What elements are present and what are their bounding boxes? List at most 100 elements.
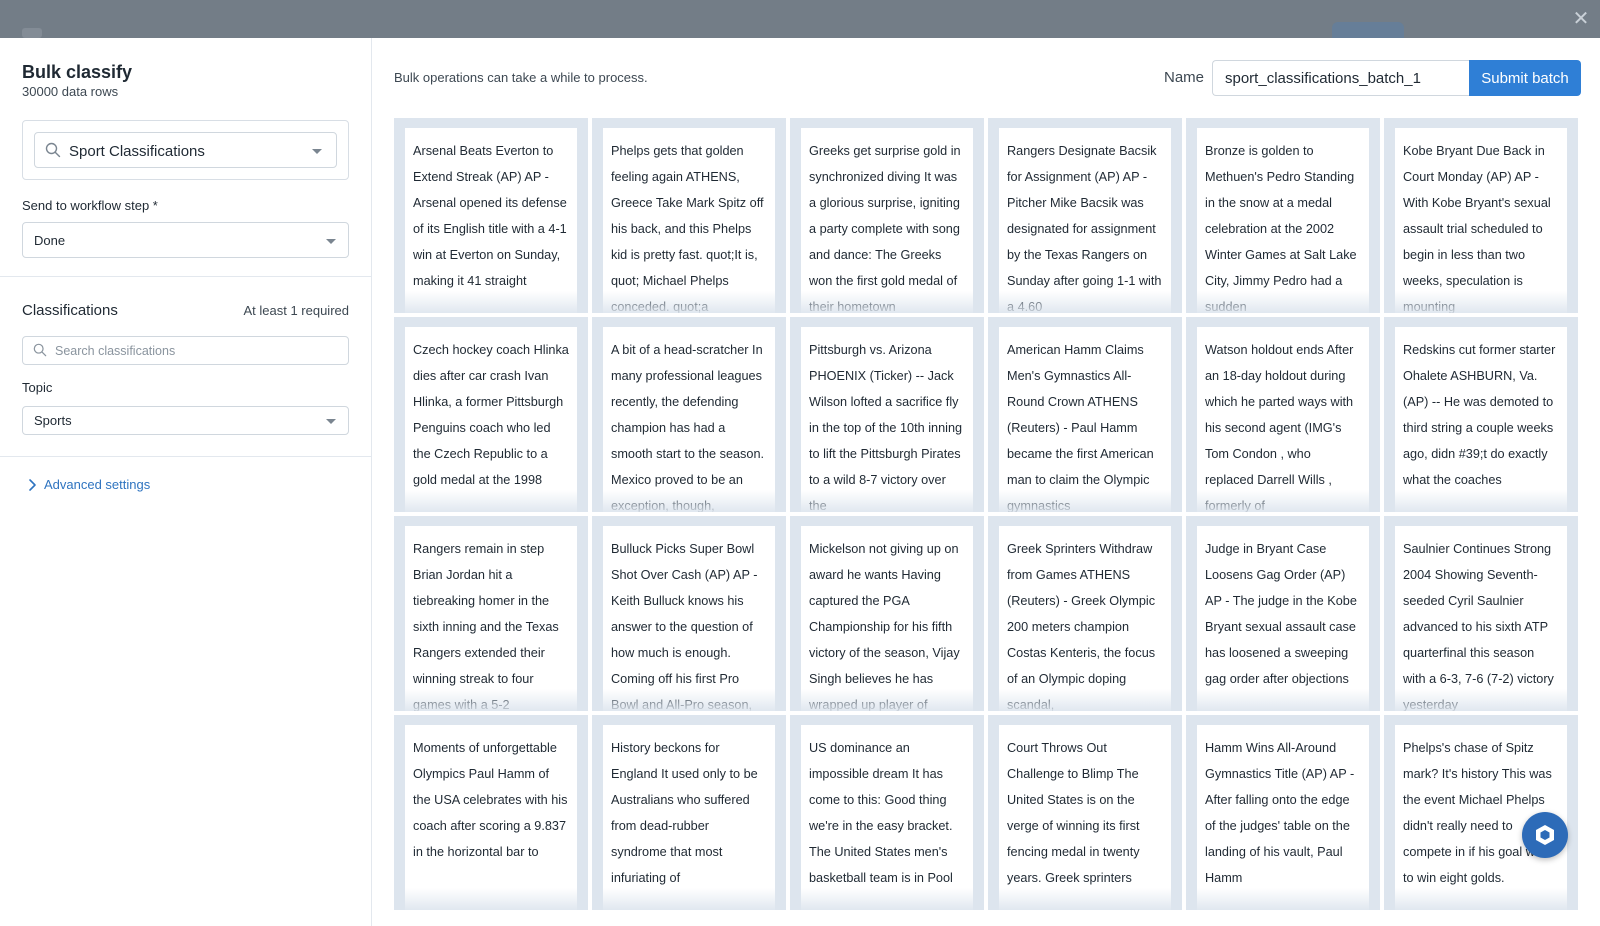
batch-name-input[interactable] bbox=[1212, 60, 1469, 96]
data-row-card[interactable]: Arsenal Beats Everton to Extend Streak (… bbox=[394, 118, 588, 313]
data-row-text: Greeks get surprise gold in synchronized… bbox=[809, 144, 961, 313]
data-row-text: Judge in Bryant Case Loosens Gag Order (… bbox=[1205, 542, 1357, 686]
workflow-step-value: Done bbox=[34, 233, 66, 248]
data-row-card[interactable]: Greek Sprinters Withdraw from Games ATHE… bbox=[988, 516, 1182, 711]
data-row-text: Rangers remain in step Brian Jordan hit … bbox=[413, 542, 559, 711]
data-row-card[interactable]: Mickelson not giving up on award he want… bbox=[790, 516, 984, 711]
classifications-requirement: At least 1 required bbox=[243, 303, 349, 318]
ontology-select[interactable]: Sport Classifications bbox=[34, 132, 337, 168]
data-row-text: Phelps gets that golden feeling again AT… bbox=[611, 144, 764, 313]
classification-search-input[interactable] bbox=[55, 340, 335, 362]
data-row-content: A bit of a head-scratcher In many profes… bbox=[603, 327, 775, 512]
backdrop-button bbox=[1332, 22, 1404, 38]
settings-panel: Bulk classify 30000 data rows Sport Clas… bbox=[0, 38, 372, 926]
data-row-text: Czech hockey coach Hlinka dies after car… bbox=[413, 343, 569, 487]
data-row-text: Watson holdout ends After an 18-day hold… bbox=[1205, 343, 1354, 512]
chevron-down-icon bbox=[312, 149, 322, 154]
data-row-text: Arsenal Beats Everton to Extend Streak (… bbox=[413, 144, 567, 288]
chevron-down-icon bbox=[326, 419, 336, 424]
section-divider bbox=[0, 456, 372, 457]
bulk-classify-modal: Bulk classify 30000 data rows Sport Clas… bbox=[0, 38, 1600, 926]
topic-label: Topic bbox=[22, 380, 53, 395]
data-row-card[interactable]: Redskins cut former starter Ohalete ASHB… bbox=[1384, 317, 1578, 512]
data-row-text: Saulnier Continues Strong 2004 Showing S… bbox=[1403, 542, 1554, 711]
classification-search[interactable] bbox=[22, 336, 349, 365]
help-widget-icon bbox=[1536, 825, 1554, 845]
data-row-text: Moments of unforgettable Olympics Paul H… bbox=[413, 741, 568, 859]
data-row-content: Judge in Bryant Case Loosens Gag Order (… bbox=[1197, 526, 1369, 711]
ontology-container: Sport Classifications bbox=[22, 120, 349, 180]
data-row-card[interactable]: US dominance an impossible dream It has … bbox=[790, 715, 984, 910]
help-widget-button[interactable] bbox=[1522, 812, 1568, 858]
data-row-card[interactable]: History beckons for England It used only… bbox=[592, 715, 786, 910]
data-row-content: Greeks get surprise gold in synchronized… bbox=[801, 128, 973, 313]
data-row-content: Watson holdout ends After an 18-day hold… bbox=[1197, 327, 1369, 512]
data-row-card[interactable]: Kobe Bryant Due Back in Court Monday (AP… bbox=[1384, 118, 1578, 313]
data-row-text: Mickelson not giving up on award he want… bbox=[809, 542, 960, 711]
workflow-step-label: Send to workflow step * bbox=[22, 198, 158, 213]
chevron-down-icon bbox=[326, 239, 336, 244]
data-row-text: Pittsburgh vs. Arizona PHOENIX (Ticker) … bbox=[809, 343, 963, 512]
data-row-content: Rangers Designate Bacsik for Assignment … bbox=[999, 128, 1171, 313]
close-icon[interactable]: ✕ bbox=[1570, 8, 1592, 30]
data-row-grid: Arsenal Beats Everton to Extend Streak (… bbox=[394, 118, 1582, 926]
data-row-text: A bit of a head-scratcher In many profes… bbox=[611, 343, 765, 512]
data-row-count: 30000 data rows bbox=[22, 84, 119, 99]
data-row-text: Greek Sprinters Withdraw from Games ATHE… bbox=[1007, 542, 1156, 711]
data-row-content: Redskins cut former starter Ohalete ASHB… bbox=[1395, 327, 1567, 512]
submit-batch-button[interactable]: Submit batch bbox=[1469, 60, 1581, 96]
data-row-content: Court Throws Out Challenge to Blimp The … bbox=[999, 725, 1171, 910]
data-row-content: Czech hockey coach Hlinka dies after car… bbox=[405, 327, 577, 512]
data-row-content: History beckons for England It used only… bbox=[603, 725, 775, 910]
data-row-content: Greek Sprinters Withdraw from Games ATHE… bbox=[999, 526, 1171, 711]
advanced-settings-label: Advanced settings bbox=[44, 477, 151, 492]
data-row-card[interactable]: Court Throws Out Challenge to Blimp The … bbox=[988, 715, 1182, 910]
data-row-content: Rangers remain in step Brian Jordan hit … bbox=[405, 526, 577, 711]
data-row-card[interactable]: Bulluck Picks Super Bowl Shot Over Cash … bbox=[592, 516, 786, 711]
data-row-content: Bulluck Picks Super Bowl Shot Over Cash … bbox=[603, 526, 775, 711]
data-row-text: Bronze is golden to Methuen's Pedro Stan… bbox=[1205, 144, 1357, 313]
data-row-card[interactable]: Judge in Bryant Case Loosens Gag Order (… bbox=[1186, 516, 1380, 711]
batch-panel: Bulk operations can take a while to proc… bbox=[372, 38, 1600, 926]
modal-title: Bulk classify bbox=[22, 62, 133, 82]
data-row-card[interactable]: Bronze is golden to Methuen's Pedro Stan… bbox=[1186, 118, 1380, 313]
data-row-card[interactable]: A bit of a head-scratcher In many profes… bbox=[592, 317, 786, 512]
data-row-content: Phelps gets that golden feeling again AT… bbox=[603, 128, 775, 313]
data-row-card[interactable]: Phelps gets that golden feeling again AT… bbox=[592, 118, 786, 313]
data-row-content: US dominance an impossible dream It has … bbox=[801, 725, 973, 910]
data-row-content: Hamm Wins All-Around Gymnastics Title (A… bbox=[1197, 725, 1369, 910]
data-row-card[interactable]: Pittsburgh vs. Arizona PHOENIX (Ticker) … bbox=[790, 317, 984, 512]
workflow-step-select[interactable]: Done bbox=[22, 222, 349, 258]
data-row-card[interactable]: Hamm Wins All-Around Gymnastics Title (A… bbox=[1186, 715, 1380, 910]
data-row-card[interactable]: Saulnier Continues Strong 2004 Showing S… bbox=[1384, 516, 1578, 711]
classifications-title: Classifications bbox=[22, 302, 118, 319]
data-row-content: Kobe Bryant Due Back in Court Monday (AP… bbox=[1395, 128, 1567, 313]
data-row-card[interactable]: Moments of unforgettable Olympics Paul H… bbox=[394, 715, 588, 910]
search-icon bbox=[45, 142, 61, 158]
data-row-text: Rangers Designate Bacsik for Assignment … bbox=[1007, 144, 1162, 313]
topic-select[interactable]: Sports bbox=[22, 406, 349, 435]
data-row-card[interactable]: Rangers remain in step Brian Jordan hit … bbox=[394, 516, 588, 711]
data-row-text: Court Throws Out Challenge to Blimp The … bbox=[1007, 741, 1140, 885]
topic-value: Sports bbox=[34, 413, 72, 428]
data-row-text: History beckons for England It used only… bbox=[611, 741, 758, 885]
data-row-card[interactable]: Czech hockey coach Hlinka dies after car… bbox=[394, 317, 588, 512]
processing-notice: Bulk operations can take a while to proc… bbox=[394, 70, 648, 85]
data-row-text: Redskins cut former starter Ohalete ASHB… bbox=[1403, 343, 1556, 487]
search-icon bbox=[33, 343, 47, 357]
data-row-card[interactable]: Rangers Designate Bacsik for Assignment … bbox=[988, 118, 1182, 313]
data-row-content: Bronze is golden to Methuen's Pedro Stan… bbox=[1197, 128, 1369, 313]
chevron-right-icon bbox=[29, 479, 36, 491]
data-row-card[interactable]: American Hamm Claims Men's Gymnastics Al… bbox=[988, 317, 1182, 512]
data-row-text: American Hamm Claims Men's Gymnastics Al… bbox=[1007, 343, 1154, 512]
data-row-card[interactable]: Watson holdout ends After an 18-day hold… bbox=[1186, 317, 1380, 512]
data-row-content: Arsenal Beats Everton to Extend Streak (… bbox=[405, 128, 577, 313]
batch-name-label: Name bbox=[1164, 69, 1205, 86]
data-row-content: American Hamm Claims Men's Gymnastics Al… bbox=[999, 327, 1171, 512]
ontology-selected: Sport Classifications bbox=[69, 143, 205, 160]
data-row-content: Mickelson not giving up on award he want… bbox=[801, 526, 973, 711]
data-row-content: Pittsburgh vs. Arizona PHOENIX (Ticker) … bbox=[801, 327, 973, 512]
data-row-text: Kobe Bryant Due Back in Court Monday (AP… bbox=[1403, 144, 1551, 313]
data-row-text: Hamm Wins All-Around Gymnastics Title (A… bbox=[1205, 741, 1355, 885]
data-row-card[interactable]: Greeks get surprise gold in synchronized… bbox=[790, 118, 984, 313]
